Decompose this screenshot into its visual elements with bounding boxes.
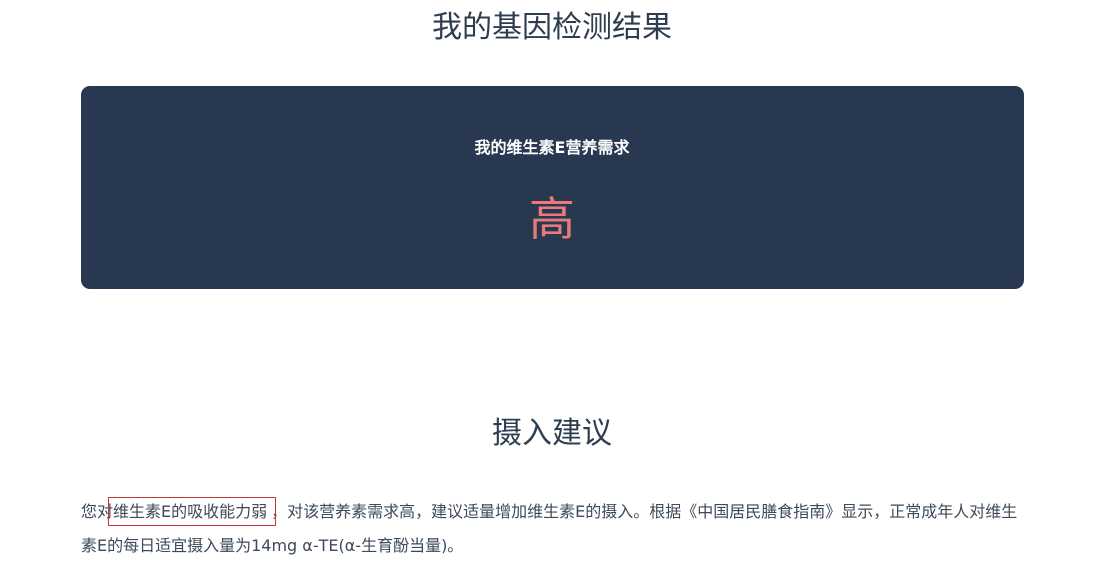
page-title: 我的基因检测结果 [432, 10, 672, 45]
page: 我的基因检测结果 我的维生素E营养需求 高 摄入建议 您对维生素E的吸收能力弱，… [0, 0, 1098, 573]
advice-highlight: 维生素E的吸收能力弱 [108, 497, 277, 526]
advice-section-title: 摄入建议 [492, 416, 612, 451]
result-card-label: 我的维生素E营养需求 [474, 138, 630, 157]
advice-text-prefix: 您对 [81, 502, 114, 521]
advice-paragraph: 您对维生素E的吸收能力弱 ，对该营养素需求高，建议适量增加维生素E的摄入。根据《中… [81, 495, 1031, 563]
result-card-value: 高 [529, 192, 575, 246]
